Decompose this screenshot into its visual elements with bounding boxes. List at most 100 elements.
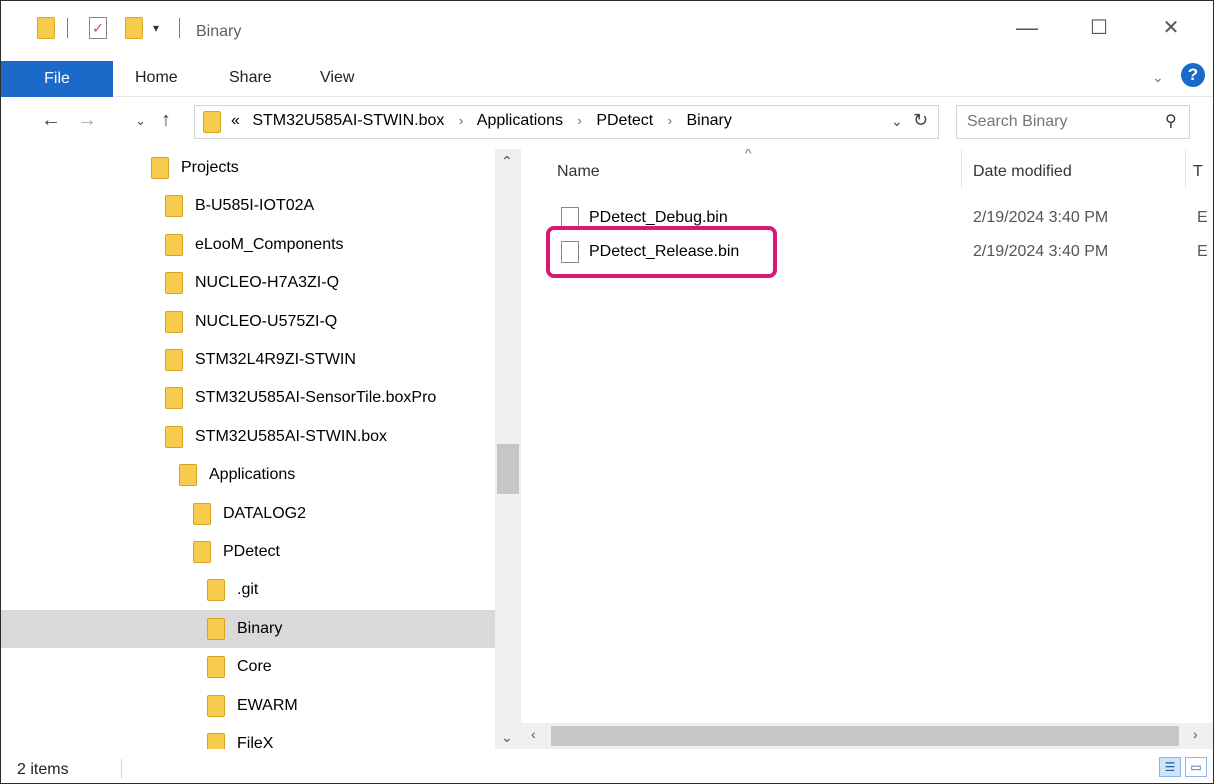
nav-tree-item-label: NUCLEO-U575ZI-Q bbox=[195, 313, 338, 330]
column-header-name[interactable]: Name bbox=[557, 163, 600, 181]
folder-icon bbox=[207, 579, 225, 601]
nav-tree-item[interactable]: eLooM_Components bbox=[1, 226, 495, 264]
nav-tree-item[interactable]: PDetect bbox=[1, 533, 495, 571]
folder-icon bbox=[193, 503, 211, 525]
nav-tree-item-label: Projects bbox=[181, 159, 239, 176]
tab-view[interactable]: View bbox=[320, 69, 354, 87]
scrollbar-thumb[interactable] bbox=[551, 726, 1179, 746]
highlight-annotation-box bbox=[546, 226, 777, 278]
file-date-modified: 2/19/2024 3:40 PM bbox=[973, 243, 1109, 260]
navigation-pane: Projects B-U585I-IOT02A eLooM_Components NU… bbox=[1, 149, 521, 749]
folder-icon bbox=[207, 695, 225, 717]
breadcrumb-overflow[interactable]: « bbox=[231, 112, 240, 129]
search-input[interactable] bbox=[967, 111, 1157, 133]
nav-tree-item[interactable]: FileX bbox=[1, 725, 495, 749]
breadcrumb-separator[interactable]: › bbox=[578, 113, 582, 128]
breadcrumb-separator[interactable]: › bbox=[668, 113, 672, 128]
breadcrumb-item[interactable]: Binary bbox=[686, 112, 731, 129]
scrollbar-thumb[interactable] bbox=[497, 444, 519, 494]
minimize-button[interactable]: — bbox=[1007, 13, 1047, 43]
folder-icon bbox=[207, 656, 225, 678]
nav-tree-item-label: .git bbox=[237, 581, 259, 598]
tab-file[interactable]: File bbox=[1, 61, 113, 97]
nav-tree-item[interactable]: B-U585I-IOT02A bbox=[1, 187, 495, 225]
nav-tree-item[interactable]: NUCLEO-U575ZI-Q bbox=[1, 303, 495, 341]
recent-locations-chevron-icon[interactable]: ⌄ bbox=[135, 113, 146, 129]
folder-icon bbox=[203, 111, 221, 133]
file-explorer-window: ✓ ▾ Binary — ☐ ✕ File Home Share View ⌄ … bbox=[0, 0, 1214, 784]
nav-tree-item-label: Applications bbox=[209, 466, 296, 483]
nav-tree-item-label: Core bbox=[237, 658, 272, 675]
search-icon[interactable]: ⚲ bbox=[1165, 111, 1177, 131]
folder-icon bbox=[207, 733, 225, 749]
tab-home[interactable]: Home bbox=[135, 69, 178, 87]
back-arrow-icon[interactable]: ← bbox=[41, 109, 61, 132]
scroll-down-icon[interactable]: ⌄ bbox=[501, 729, 513, 746]
help-button[interactable]: ? bbox=[1181, 63, 1205, 87]
nav-tree-item[interactable]: NUCLEO-H7A3ZI-Q bbox=[1, 264, 495, 302]
nav-tree-item-label: PDetect bbox=[223, 543, 280, 560]
nav-tree-item[interactable]: STM32U585AI-SensorTile.boxPro bbox=[1, 379, 495, 417]
scroll-left-icon[interactable]: ‹ bbox=[531, 726, 536, 742]
large-icons-view-icon[interactable]: ▭ bbox=[1185, 757, 1207, 777]
forward-arrow-icon[interactable]: → bbox=[77, 109, 97, 132]
new-folder-icon[interactable] bbox=[125, 15, 143, 41]
scroll-up-icon[interactable]: ⌃ bbox=[501, 153, 513, 170]
nav-tree-item[interactable]: DATALOG2 bbox=[1, 495, 495, 533]
nav-tree-item-label: NUCLEO-H7A3ZI-Q bbox=[195, 274, 340, 291]
scroll-right-icon[interactable]: › bbox=[1193, 726, 1198, 742]
nav-tree-item-label: DATALOG2 bbox=[223, 505, 306, 522]
nav-pane-scrollbar[interactable]: ⌃ ⌄ bbox=[495, 149, 521, 749]
status-bar: 2 items ☰ ▭ bbox=[1, 749, 1213, 783]
folder-icon bbox=[165, 311, 183, 333]
quick-access-folder-icon[interactable] bbox=[37, 15, 55, 41]
up-arrow-icon[interactable]: ↑ bbox=[161, 109, 171, 132]
folder-icon bbox=[165, 426, 183, 448]
nav-tree-item-label: STM32U585AI-SensorTile.boxPro bbox=[195, 389, 437, 406]
details-view-icon[interactable]: ☰ bbox=[1159, 757, 1181, 777]
customize-toolbar-icon[interactable]: ▾ bbox=[153, 15, 159, 41]
nav-tree-item[interactable]: EWARM bbox=[1, 687, 495, 725]
nav-tree-item-label: STM32U585AI-STWIN.box bbox=[195, 428, 388, 445]
column-header-type[interactable]: T bbox=[1193, 163, 1203, 181]
address-bar[interactable]: « STM32U585AI-STWIN.box › Applications ›… bbox=[194, 105, 939, 139]
maximize-button[interactable]: ☐ bbox=[1079, 13, 1119, 43]
breadcrumb-separator[interactable]: › bbox=[459, 113, 463, 128]
breadcrumb-item[interactable]: Applications bbox=[477, 112, 563, 129]
nav-tree-item[interactable]: Core bbox=[1, 648, 495, 686]
nav-tree-item-label: Binary bbox=[237, 620, 283, 637]
nav-tree-item-label: EWARM bbox=[237, 697, 298, 714]
nav-tree-item-label: FileX bbox=[237, 735, 274, 749]
nav-tree-item[interactable]: Binary bbox=[1, 610, 495, 648]
nav-tree-item[interactable]: .git bbox=[1, 571, 495, 609]
item-count: 2 items bbox=[17, 761, 69, 778]
nav-tree-item-label: eLooM_Components bbox=[195, 236, 344, 253]
breadcrumb-item[interactable]: PDetect bbox=[596, 112, 653, 129]
address-dropdown-chevron-icon[interactable]: ⌄ bbox=[891, 113, 903, 130]
column-header-date-modified[interactable]: Date modified bbox=[973, 163, 1072, 181]
folder-icon bbox=[165, 234, 183, 256]
breadcrumb-item[interactable]: STM32U585AI-STWIN.box bbox=[252, 112, 444, 129]
ribbon-tabs: File Home Share View ⌄ ? bbox=[1, 55, 1213, 97]
file-name: PDetect_Debug.bin bbox=[589, 209, 728, 226]
navigation-bar: ← → ⌄ ↑ « STM32U585AI-STWIN.box › Applic… bbox=[1, 97, 1213, 149]
title-bar: ✓ ▾ Binary — ☐ ✕ bbox=[1, 1, 1213, 55]
file-type: E bbox=[1197, 209, 1208, 226]
close-button[interactable]: ✕ bbox=[1151, 13, 1191, 43]
properties-icon[interactable]: ✓ bbox=[89, 15, 107, 41]
nav-tree-item[interactable]: Projects bbox=[1, 149, 495, 187]
file-list-horizontal-scrollbar[interactable]: ‹ › bbox=[521, 723, 1213, 749]
folder-icon bbox=[179, 464, 197, 486]
refresh-icon[interactable]: ↻ bbox=[913, 110, 928, 131]
expand-ribbon-chevron-icon[interactable]: ⌄ bbox=[1152, 69, 1164, 86]
folder-icon bbox=[165, 349, 183, 371]
tab-share[interactable]: Share bbox=[229, 69, 272, 87]
window-title: Binary bbox=[196, 23, 242, 40]
nav-tree-item[interactable]: Applications bbox=[1, 456, 495, 494]
nav-tree-item[interactable]: STM32L4R9ZI-STWIN bbox=[1, 341, 495, 379]
folder-icon bbox=[193, 541, 211, 563]
nav-tree-item[interactable]: STM32U585AI-STWIN.box bbox=[1, 418, 495, 456]
folder-icon bbox=[165, 272, 183, 294]
search-box[interactable]: ⚲ bbox=[956, 105, 1190, 139]
sort-ascending-icon: ^ bbox=[745, 149, 752, 161]
